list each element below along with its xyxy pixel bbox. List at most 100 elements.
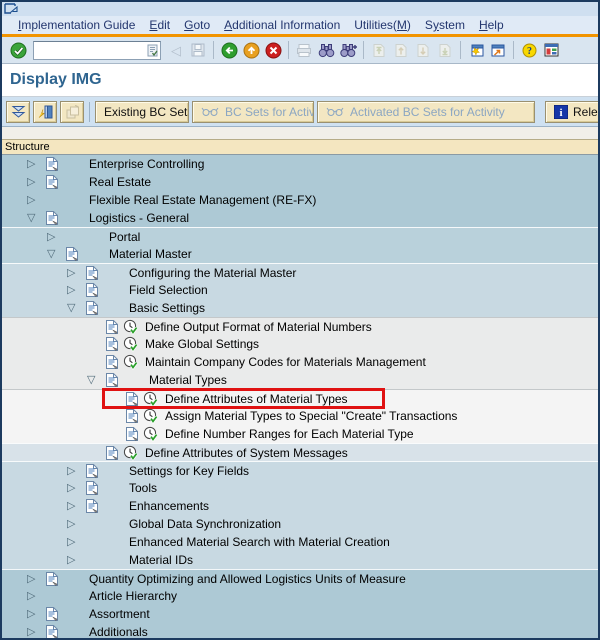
tree-item-label[interactable]: Enhanced Material Search with Material C… [129, 535, 390, 549]
img-doc-icon[interactable] [85, 282, 99, 298]
img-doc-icon[interactable] [105, 319, 119, 335]
img-doc-icon[interactable] [45, 624, 59, 638]
find-button[interactable] [315, 39, 337, 61]
expand-node-button[interactable] [6, 100, 30, 123]
img-doc-icon[interactable] [85, 265, 99, 281]
tree-item-label[interactable]: Enhancements [129, 499, 209, 513]
img-doc-icon[interactable] [85, 300, 99, 316]
menu-item-goto[interactable]: Goto [177, 18, 217, 32]
expand-arrow-icon[interactable]: ▷ [67, 552, 75, 568]
tree-item-label[interactable]: Portal [109, 230, 140, 244]
tree-item-label[interactable]: Define Number Ranges for Each Material T… [165, 427, 414, 441]
customize-layout-button[interactable] [540, 39, 562, 61]
tree-item-label[interactable]: Material Master [109, 247, 192, 261]
img-activity-icon[interactable] [123, 319, 139, 335]
find-next-button[interactable] [337, 39, 359, 61]
menu-item-implementation-guide[interactable]: Implementation Guide [11, 18, 142, 32]
img-doc-icon[interactable] [85, 480, 99, 496]
tree-item-label[interactable]: Basic Settings [129, 301, 205, 315]
collapse-arrow-icon[interactable]: ▽ [27, 210, 35, 226]
expand-arrow-icon[interactable]: ▷ [47, 229, 55, 245]
tree-item-label[interactable]: Quantity Optimizing and Allowed Logistic… [89, 572, 406, 586]
img-activity-icon[interactable] [143, 391, 159, 407]
menu-item-system[interactable]: System [418, 18, 472, 32]
menu-item-help[interactable]: Help [472, 18, 511, 32]
tree-item-label[interactable]: Define Output Format of Material Numbers [145, 320, 372, 334]
help-button[interactable]: ? [518, 39, 540, 61]
img-activity-icon[interactable] [143, 408, 159, 424]
tree-item-label[interactable]: Assign Material Types to Special "Create… [165, 409, 457, 423]
tree-item-label[interactable]: Global Data Synchronization [129, 517, 281, 531]
img-doc-icon[interactable] [45, 571, 59, 587]
tree-item-label[interactable]: Enterprise Controlling [89, 157, 204, 171]
img-doc-icon[interactable] [45, 156, 59, 172]
img-doc-icon[interactable] [85, 463, 99, 479]
collapse-arrow-icon[interactable]: ▽ [87, 372, 95, 388]
expand-arrow-icon[interactable]: ▷ [67, 282, 75, 298]
position-button[interactable] [33, 100, 57, 123]
tree-item-label[interactable]: Additionals [89, 625, 148, 638]
command-history-icon[interactable] [146, 44, 160, 57]
back-button[interactable] [218, 39, 240, 61]
tree-item-label[interactable]: Settings for Key Fields [129, 464, 249, 478]
img-doc-icon[interactable] [105, 354, 119, 370]
release-notes-button[interactable]: i Release [545, 100, 598, 123]
collapse-arrow-icon[interactable]: ▽ [47, 246, 55, 262]
img-doc-icon[interactable] [45, 174, 59, 190]
existing-bc-sets-button[interactable]: Existing BC Sets [95, 100, 189, 123]
expand-arrow-icon[interactable]: ▷ [67, 516, 75, 532]
img-doc-icon[interactable] [45, 210, 59, 226]
img-doc-icon[interactable] [125, 426, 139, 442]
exit-button[interactable] [240, 39, 262, 61]
img-doc-icon[interactable] [105, 372, 119, 388]
img-doc-icon[interactable] [65, 246, 79, 262]
tree-item-label[interactable]: Configuring the Material Master [129, 266, 296, 280]
expand-arrow-icon[interactable]: ▷ [67, 265, 75, 281]
cancel-button[interactable] [262, 39, 284, 61]
tree-item-label[interactable]: Material IDs [129, 553, 193, 567]
tree-item-label[interactable]: Maintain Company Codes for Materials Man… [145, 355, 426, 369]
tree-item-label[interactable]: Tools [129, 481, 157, 495]
img-doc-icon[interactable] [45, 606, 59, 622]
tree-item-label[interactable]: Assortment [89, 607, 150, 621]
img-activity-icon[interactable] [143, 426, 159, 442]
tree-item-label[interactable]: Make Global Settings [145, 337, 259, 351]
img-doc-icon[interactable] [125, 408, 139, 424]
expand-arrow-icon[interactable]: ▷ [27, 571, 35, 587]
expand-arrow-icon[interactable]: ▷ [67, 534, 75, 550]
toolbar-separator [213, 41, 214, 59]
tree-item-label[interactable]: Define Attributes of Material Types [165, 392, 348, 406]
img-doc-icon[interactable] [85, 498, 99, 514]
collapse-arrow-icon[interactable]: ▽ [67, 300, 75, 316]
tree-item-label[interactable]: Article Hierarchy [89, 589, 177, 603]
tree-item-label[interactable]: Flexible Real Estate Management (RE-FX) [89, 193, 316, 207]
expand-arrow-icon[interactable]: ▷ [27, 156, 35, 172]
expand-arrow-icon[interactable]: ▷ [67, 463, 75, 479]
img-doc-icon[interactable] [105, 336, 119, 352]
shortcut-button[interactable] [487, 39, 509, 61]
new-session-button[interactable] [465, 39, 487, 61]
img-activity-icon[interactable] [123, 445, 139, 461]
tree-item-label[interactable]: Logistics - General [89, 211, 189, 225]
expand-arrow-icon[interactable]: ▷ [67, 480, 75, 496]
img-activity-icon[interactable] [123, 354, 139, 370]
img-doc-icon[interactable] [105, 445, 119, 461]
menu-item-additional-information[interactable]: Additional Information [217, 18, 347, 32]
enter-check-button[interactable] [7, 39, 29, 61]
command-field-input[interactable] [34, 42, 146, 58]
expand-arrow-icon[interactable]: ▷ [27, 174, 35, 190]
img-activity-icon[interactable] [123, 336, 139, 352]
expand-arrow-icon[interactable]: ▷ [27, 624, 35, 638]
tree-item-label[interactable]: Field Selection [129, 283, 208, 297]
menu-item-edit[interactable]: Edit [142, 18, 177, 32]
expand-arrow-icon[interactable]: ▷ [67, 498, 75, 514]
system-menu-icon[interactable] [4, 3, 19, 15]
tree-item-label[interactable]: Define Attributes of System Messages [145, 446, 348, 460]
expand-arrow-icon[interactable]: ▷ [27, 588, 35, 604]
menu-item-utilities[interactable]: Utilities(M) [347, 18, 418, 32]
img-doc-icon[interactable] [125, 391, 139, 407]
expand-arrow-icon[interactable]: ▷ [27, 606, 35, 622]
expand-arrow-icon[interactable]: ▷ [27, 192, 35, 208]
tree-item-label[interactable]: Material Types [149, 373, 227, 387]
tree-item-label[interactable]: Real Estate [89, 175, 151, 189]
